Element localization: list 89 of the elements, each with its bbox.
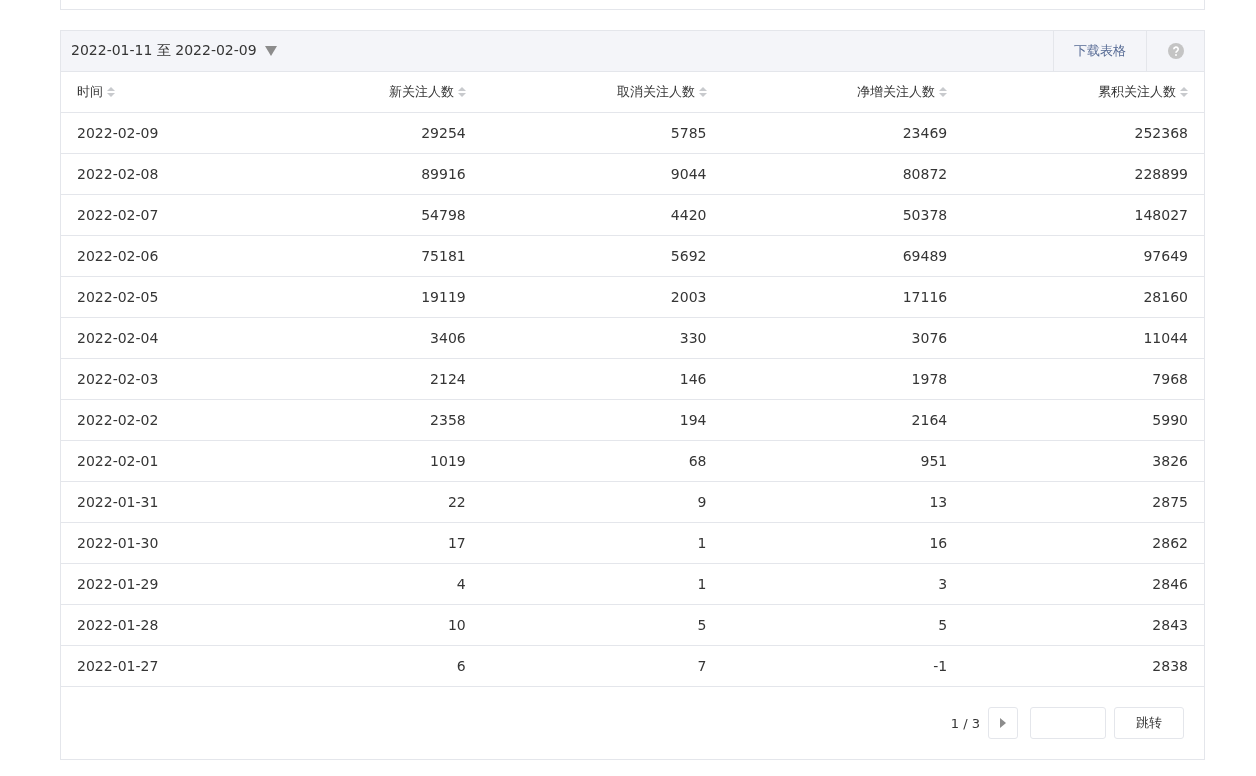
table-cell: 146 (679, 371, 707, 387)
table-cell: 2022-02-06 (77, 248, 159, 264)
table-cell: 54798 (421, 207, 466, 223)
table-cell: 11044 (1143, 330, 1188, 346)
table-cell: 2164 (911, 412, 948, 428)
table-cell: 29254 (421, 125, 466, 141)
table-cell: 2846 (1152, 576, 1188, 592)
table-cell: 5 (938, 617, 948, 633)
table-cell: 2003 (670, 289, 707, 305)
table-cell: 16 (929, 535, 948, 551)
table-cell: 9044 (670, 166, 707, 182)
table-cell: 3 (938, 576, 948, 592)
column-header[interactable]: 取消关注人数 (616, 83, 695, 101)
table-cell: 1019 (430, 453, 466, 469)
table-cell: 2022-01-27 (77, 658, 159, 674)
table-cell: 3406 (430, 330, 466, 346)
table-cell: 252368 (1134, 125, 1188, 141)
dropdown-icon[interactable] (264, 46, 277, 56)
table-cell: 19119 (421, 289, 466, 305)
table-cell: 7 (697, 658, 707, 674)
sort-icon[interactable] (939, 86, 948, 98)
table-cell: 4420 (670, 207, 707, 223)
table-cell: 2022-02-04 (77, 330, 159, 346)
download-link[interactable]: 下载表格 (1053, 31, 1146, 71)
table-cell: 28160 (1143, 289, 1188, 305)
table-cell: 75181 (421, 248, 466, 264)
table-cell: 50378 (902, 207, 948, 223)
table-cell: 89916 (421, 166, 466, 182)
table-cell: 23469 (902, 125, 948, 141)
table-cell: 2022-02-02 (77, 412, 159, 428)
next-page-button[interactable] (988, 707, 1018, 739)
table-cell: 97649 (1143, 248, 1188, 264)
table-cell: 2358 (430, 412, 466, 428)
table-cell: 22 (447, 494, 466, 510)
column-header[interactable]: 净增关注人数 (857, 83, 936, 101)
table-cell: 6 (456, 658, 466, 674)
table-cell: 2022-01-29 (77, 576, 159, 592)
table-cell: 2862 (1152, 535, 1188, 551)
help-icon[interactable] (1167, 43, 1184, 59)
column-header[interactable]: 新关注人数 (388, 83, 454, 101)
jump-button[interactable]: 跳转 (1114, 707, 1184, 739)
table-cell: 7968 (1152, 371, 1188, 387)
play-icon (1000, 718, 1006, 728)
table-cell: 2022-02-01 (77, 453, 159, 469)
table-cell: 68 (688, 453, 707, 469)
table-cell: 330 (679, 330, 707, 346)
page-indicator: 1 / 3 (950, 715, 980, 731)
table-cell: 2022-02-08 (77, 166, 159, 182)
table-cell: 2022-02-09 (77, 125, 159, 141)
table-cell: 3826 (1152, 453, 1188, 469)
table-cell: 4 (456, 576, 466, 592)
table-cell: 13 (929, 494, 948, 510)
column-header[interactable]: 累积关注人数 (1098, 83, 1176, 101)
column-header[interactable]: 时间 (77, 83, 103, 101)
sort-icon[interactable] (1180, 86, 1188, 98)
table-cell: 2838 (1152, 658, 1188, 674)
table-cell: 1 (697, 576, 707, 592)
table-cell: 5785 (670, 125, 707, 141)
table-cell: 9 (697, 494, 707, 510)
table-cell: 2022-01-31 (77, 494, 159, 510)
sort-icon[interactable] (107, 86, 115, 98)
table-cell: 228899 (1134, 166, 1188, 182)
page-input-field[interactable] (1030, 707, 1106, 739)
table-cell: 3076 (911, 330, 948, 346)
table-cell: 2022-02-05 (77, 289, 159, 305)
table-cell: 2022-01-30 (77, 535, 159, 551)
table-cell: 17116 (902, 289, 948, 305)
table-cell: 80872 (902, 166, 948, 182)
table-cell: 17 (447, 535, 466, 551)
table-cell: 2022-02-07 (77, 207, 159, 223)
table-cell: 1978 (911, 371, 948, 387)
date-range[interactable]: 2022-01-11 至 2022-02-09 (71, 42, 257, 60)
table-cell: 5 (697, 617, 707, 633)
table-cell: 194 (679, 412, 707, 428)
table-cell: 148027 (1134, 207, 1188, 223)
table-cell: 5692 (670, 248, 707, 264)
sort-icon[interactable] (457, 86, 466, 98)
table-cell: 2022-01-28 (77, 617, 159, 633)
table-cell: 69489 (902, 248, 948, 264)
table-cell: 2022-02-03 (77, 371, 159, 387)
table-cell: 10 (447, 617, 466, 633)
table-cell: 2875 (1152, 494, 1188, 510)
table-cell: 951 (920, 453, 948, 469)
table-cell: 2124 (430, 371, 466, 387)
table-cell: 5990 (1152, 412, 1188, 428)
table-cell: 2843 (1152, 617, 1188, 633)
table-cell: 1 (697, 535, 707, 551)
table-cell: -1 (933, 658, 948, 674)
sort-icon[interactable] (698, 86, 707, 98)
